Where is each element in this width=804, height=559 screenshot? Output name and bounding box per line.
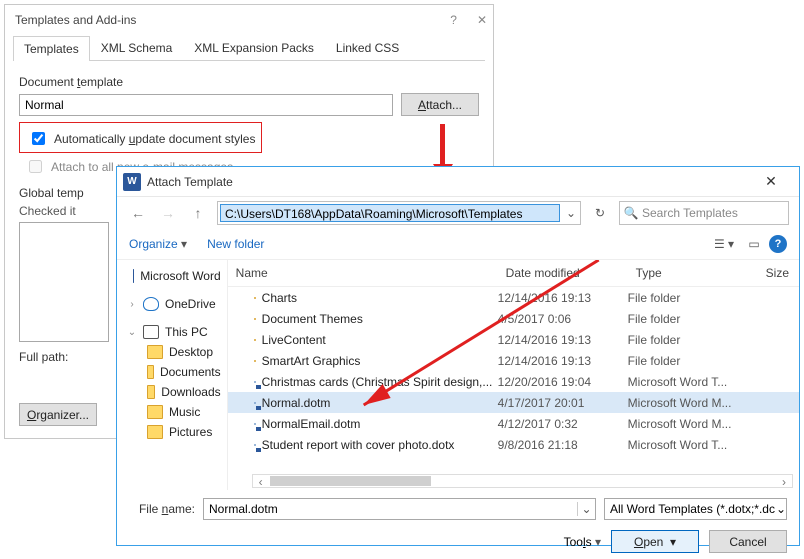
folder-icon bbox=[254, 297, 256, 299]
dialog-titlebar: Templates and Add-ins ? ✕ bbox=[5, 5, 493, 35]
dialog-title: Templates and Add-ins bbox=[15, 13, 136, 27]
document-template-input[interactable] bbox=[19, 94, 393, 116]
nav-forward-icon: → bbox=[157, 205, 179, 221]
tree-downloads[interactable]: Downloads bbox=[125, 382, 223, 402]
open-button[interactable]: Open ▾ bbox=[611, 530, 699, 553]
tree-desktop[interactable]: Desktop bbox=[125, 342, 223, 362]
tab-xml-expansion[interactable]: XML Expansion Packs bbox=[183, 35, 325, 60]
search-placeholder: Search Templates bbox=[642, 206, 738, 220]
global-templates-list[interactable] bbox=[19, 222, 109, 342]
toolbar: Organize New folder ☰ ▾ ▭ ? bbox=[117, 229, 799, 260]
dialog-title: Attach Template bbox=[147, 175, 751, 189]
attach-button[interactable]: Attach... bbox=[401, 93, 479, 116]
nav-tree[interactable]: Microsoft Word ›OneDrive ⌄This PC Deskto… bbox=[117, 260, 228, 490]
tools-menu[interactable]: Tools bbox=[564, 535, 601, 549]
file-name-combo[interactable]: Normal.dotm ⌄ bbox=[203, 498, 596, 520]
tree-pictures[interactable]: Pictures bbox=[125, 422, 223, 442]
tree-word[interactable]: Microsoft Word bbox=[125, 266, 223, 286]
address-text[interactable]: C:\Users\DT168\AppData\Roaming\Microsoft… bbox=[220, 204, 560, 222]
document-icon bbox=[254, 423, 256, 425]
nav-back-icon[interactable]: ← bbox=[127, 205, 149, 221]
tab-xml-schema[interactable]: XML Schema bbox=[90, 35, 184, 60]
document-icon bbox=[254, 402, 256, 404]
document-icon bbox=[254, 444, 256, 446]
tree-onedrive[interactable]: ›OneDrive bbox=[125, 294, 223, 314]
organizer-button[interactable]: Organizer... bbox=[19, 403, 97, 426]
search-box[interactable]: 🔍 Search Templates bbox=[619, 201, 789, 225]
file-name-value: Normal.dotm bbox=[204, 502, 577, 516]
tab-strip: Templates XML Schema XML Expansion Packs… bbox=[13, 35, 485, 61]
chevron-down-icon[interactable]: ⌄ bbox=[776, 502, 786, 516]
help-icon[interactable]: ? bbox=[450, 5, 457, 35]
file-row[interactable]: Charts12/14/2016 19:13File folder bbox=[228, 287, 799, 308]
file-row[interactable]: Document Themes4/5/2017 0:06File folder bbox=[228, 308, 799, 329]
close-icon[interactable]: ✕ bbox=[477, 5, 487, 35]
folder-icon bbox=[254, 339, 256, 341]
folder-icon bbox=[254, 318, 256, 320]
tree-music[interactable]: Music bbox=[125, 402, 223, 422]
refresh-icon[interactable]: ↻ bbox=[589, 206, 611, 220]
horizontal-scrollbar[interactable]: ‹› bbox=[252, 474, 793, 488]
nav-up-icon[interactable]: ↑ bbox=[187, 205, 209, 221]
filter-text: All Word Templates (*.dotx;*.dc bbox=[605, 502, 776, 516]
file-name-label: File name: bbox=[129, 502, 195, 516]
col-type[interactable]: Type bbox=[628, 260, 758, 286]
new-folder-button[interactable]: New folder bbox=[207, 237, 264, 251]
folder-icon bbox=[254, 360, 256, 362]
file-row[interactable]: NormalEmail.dotm4/12/2017 0:32Microsoft … bbox=[228, 413, 799, 434]
file-type-filter[interactable]: All Word Templates (*.dotx;*.dc ⌄ bbox=[604, 498, 787, 520]
tab-linked-css[interactable]: Linked CSS bbox=[325, 35, 410, 60]
file-list: Name Date modified Type Size Charts12/14… bbox=[228, 260, 799, 490]
close-icon[interactable]: ✕ bbox=[751, 173, 791, 190]
cancel-button[interactable]: Cancel bbox=[709, 530, 787, 553]
auto-update-checkbox[interactable]: Automatically update document styles bbox=[28, 129, 255, 148]
search-icon: 🔍 bbox=[620, 206, 642, 220]
document-icon bbox=[254, 381, 256, 383]
document-template-label: Document template bbox=[19, 75, 479, 89]
file-row[interactable]: SmartArt Graphics12/14/2016 19:13File fo… bbox=[228, 350, 799, 371]
word-icon: W bbox=[123, 173, 141, 191]
dialog-titlebar: W Attach Template ✕ bbox=[117, 167, 799, 197]
col-date[interactable]: Date modified bbox=[498, 260, 628, 286]
attach-template-dialog: W Attach Template ✕ ← → ↑ C:\Users\DT168… bbox=[116, 166, 800, 546]
chevron-down-icon[interactable]: ⌄ bbox=[577, 502, 595, 516]
tree-documents[interactable]: Documents bbox=[125, 362, 223, 382]
file-row[interactable]: Christmas cards (Christmas Spirit design… bbox=[228, 371, 799, 392]
preview-pane-icon[interactable]: ▭ bbox=[739, 237, 769, 251]
tree-this-pc[interactable]: ⌄This PC bbox=[125, 322, 223, 342]
address-bar[interactable]: C:\Users\DT168\AppData\Roaming\Microsoft… bbox=[217, 201, 581, 225]
file-row[interactable]: LiveContent12/14/2016 19:13File folder bbox=[228, 329, 799, 350]
col-name[interactable]: Name bbox=[228, 260, 498, 286]
file-row[interactable]: Normal.dotm4/17/2017 20:01Microsoft Word… bbox=[228, 392, 799, 413]
help-icon[interactable]: ? bbox=[769, 235, 787, 253]
nav-row: ← → ↑ C:\Users\DT168\AppData\Roaming\Mic… bbox=[117, 197, 799, 229]
file-row[interactable]: Student report with cover photo.dotx9/8/… bbox=[228, 434, 799, 455]
tab-templates[interactable]: Templates bbox=[13, 36, 90, 61]
col-size[interactable]: Size bbox=[758, 260, 799, 286]
file-list-header[interactable]: Name Date modified Type Size bbox=[228, 260, 799, 287]
organize-menu[interactable]: Organize bbox=[129, 237, 187, 251]
address-dropdown-icon[interactable]: ⌄ bbox=[562, 206, 580, 220]
view-mode-icon[interactable]: ☰ ▾ bbox=[709, 237, 739, 251]
